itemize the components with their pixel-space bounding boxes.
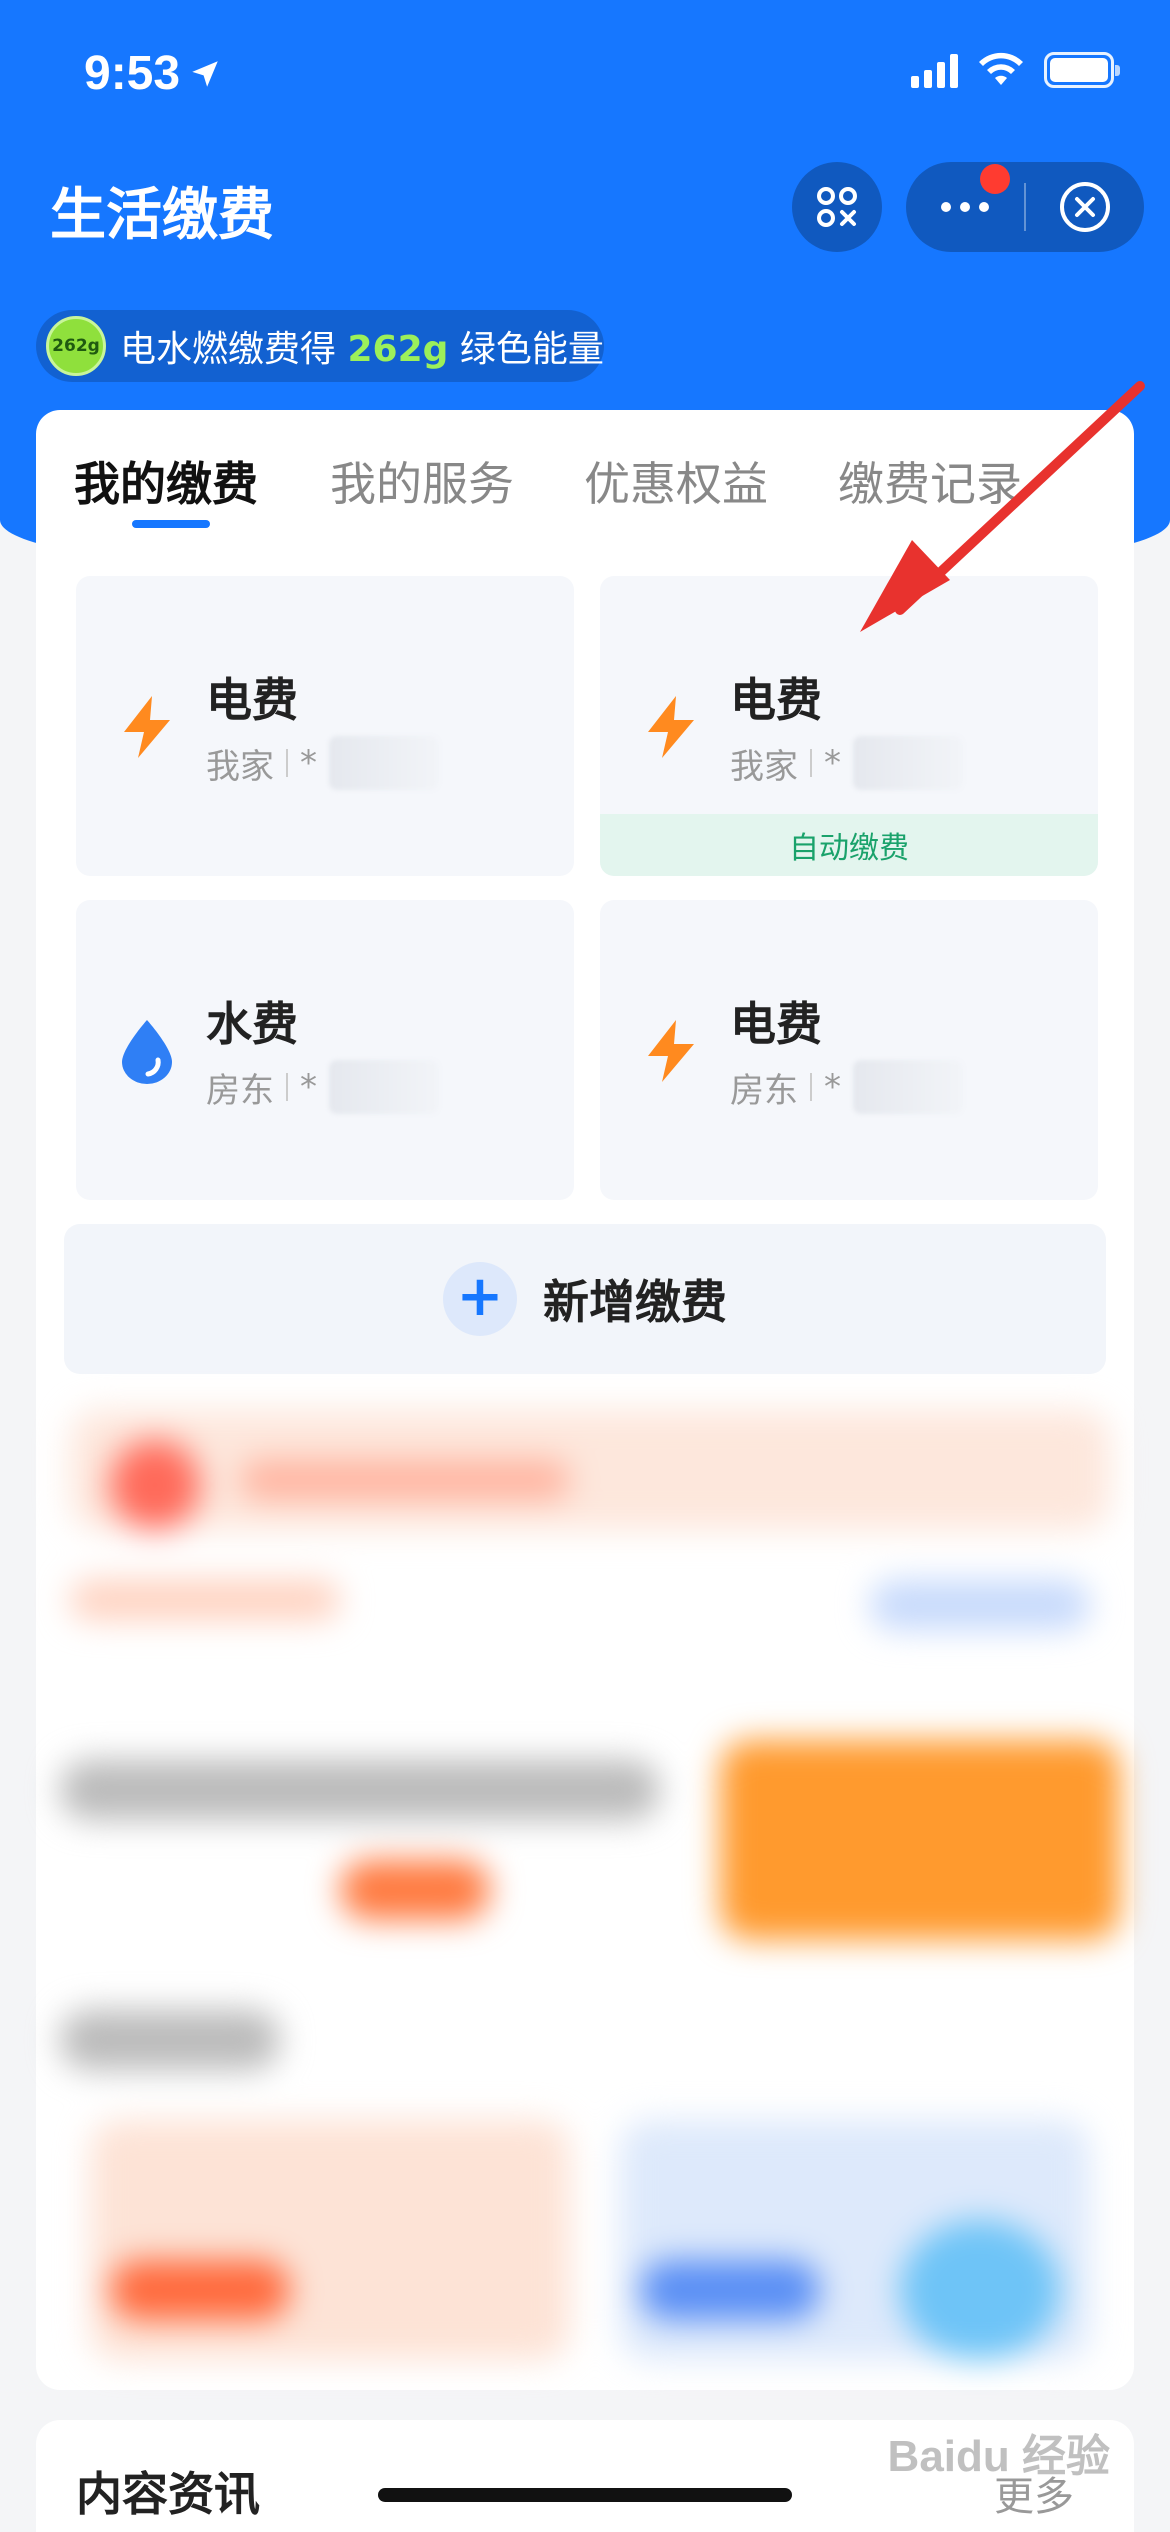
promo-banner <box>70 1410 1110 1530</box>
promo-tag <box>340 1860 490 1920</box>
lightning-icon <box>124 696 170 758</box>
auto-pay-badge: 自动缴费 <box>600 814 1098 876</box>
close-button[interactable] <box>1026 162 1144 252</box>
tab-benefits[interactable]: 优惠权益 <box>584 448 768 514</box>
bill-name: 水费 <box>206 997 298 1051</box>
promo-headline <box>60 1760 660 1820</box>
status-icons <box>911 52 1120 88</box>
more-button[interactable] <box>906 162 1024 252</box>
bill-account: 房东 * <box>730 1060 963 1114</box>
watermark: Baidu 经验 <box>887 2432 1110 2481</box>
energy-prefix: 电水燃缴费得 262g 绿色能量 <box>120 329 604 370</box>
bill-name: 电费 <box>730 997 822 1051</box>
promo-tile-left-button <box>110 2260 290 2320</box>
cellular-signal-icon <box>911 52 958 88</box>
promo-subtext <box>70 1580 340 1620</box>
location-arrow-icon <box>192 60 218 87</box>
bill-account: 我家 * <box>730 736 963 790</box>
bill-owner: 我家 <box>730 746 798 787</box>
bill-account: 我家 * <box>206 736 439 790</box>
green-energy-banner[interactable]: 262g 电水燃缴费得 262g 绿色能量 <box>36 310 604 382</box>
promo-tile-right-image <box>900 2220 1060 2360</box>
active-tab-indicator <box>132 520 210 528</box>
bill-owner: 我家 <box>206 746 274 787</box>
status-time: 9:53 <box>84 46 222 101</box>
masked-account <box>853 1060 963 1114</box>
promo-image <box>720 1740 1120 1940</box>
lightning-icon <box>648 1020 694 1082</box>
bill-card-electricity-home[interactable]: 电费 我家 * <box>76 576 574 876</box>
promo-text <box>240 1460 570 1500</box>
promo-action <box>870 1580 1090 1630</box>
scan-icon <box>817 187 857 227</box>
wifi-icon <box>979 52 1023 85</box>
battery-icon <box>1044 52 1120 88</box>
promo-tile-right-button <box>640 2260 820 2320</box>
water-drop-icon <box>122 1020 172 1084</box>
add-bill-label: 新增缴费 <box>543 1275 727 1329</box>
annotation-arrow-icon <box>860 381 1145 632</box>
tab-my-services[interactable]: 我的服务 <box>330 448 514 514</box>
tab-my-bills[interactable]: 我的缴费 <box>74 448 258 514</box>
section-heading <box>60 2010 280 2070</box>
bill-account-number: * <box>824 743 841 783</box>
close-circle-icon <box>1060 182 1110 232</box>
bill-card-water-landlord[interactable]: 水费 房东 * <box>76 900 574 1200</box>
masked-account <box>329 1060 439 1114</box>
promo-tile-left <box>90 2120 570 2360</box>
scan-button[interactable] <box>792 162 882 252</box>
plus-icon: + <box>443 1262 517 1336</box>
add-bill-button[interactable]: + 新增缴费 <box>64 1224 1106 1374</box>
bill-owner: 房东 <box>206 1070 274 1111</box>
page-title: 生活缴费 <box>50 183 274 248</box>
bill-account-number: * <box>300 1067 317 1107</box>
home-indicator[interactable] <box>378 2488 792 2502</box>
bill-card-electricity-landlord[interactable]: 电费 房东 * <box>600 900 1098 1200</box>
bill-account: 房东 * <box>206 1060 439 1114</box>
bill-name: 电费 <box>206 673 298 727</box>
masked-account <box>853 736 963 790</box>
content-section-title: 内容资讯 <box>76 2467 260 2521</box>
blurred-promotions <box>0 1400 1170 2400</box>
energy-amount: 262g <box>347 329 449 370</box>
status-time-text: 9:53 <box>84 47 181 100</box>
bill-name: 电费 <box>730 673 822 727</box>
more-dots-icon <box>941 202 989 212</box>
bill-owner: 房东 <box>730 1070 798 1111</box>
mini-program-capsule <box>906 162 1144 252</box>
masked-account <box>329 736 439 790</box>
notification-dot <box>980 164 1010 194</box>
energy-badge: 262g <box>46 316 106 376</box>
bill-account-number: * <box>824 1067 841 1107</box>
lightning-icon <box>648 696 694 758</box>
bill-account-number: * <box>300 743 317 783</box>
promo-icon <box>110 1440 200 1530</box>
